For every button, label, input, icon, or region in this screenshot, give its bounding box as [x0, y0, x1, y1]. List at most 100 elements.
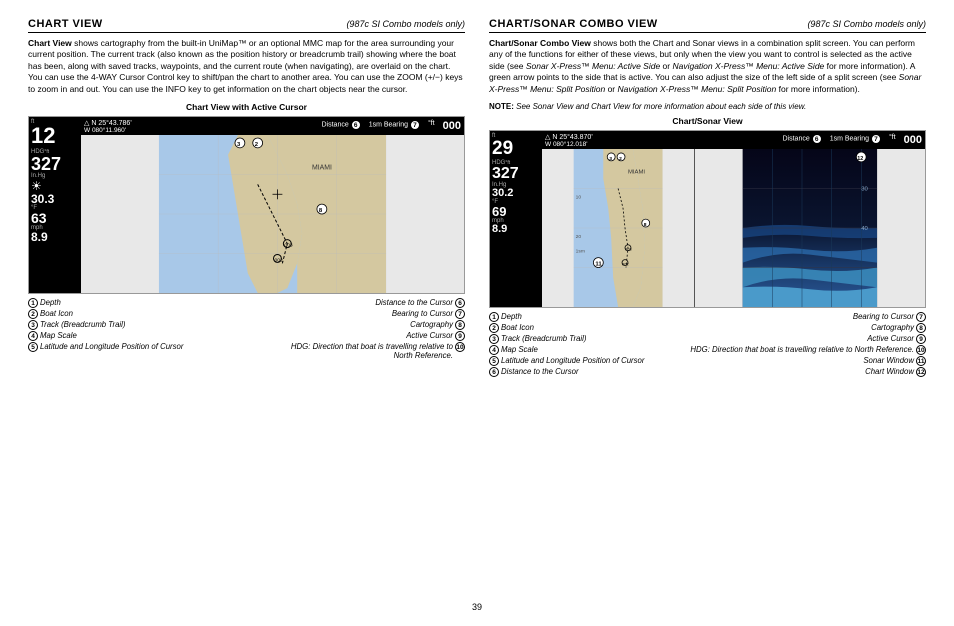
- legend-text-6: Distance to the Cursor: [375, 298, 453, 307]
- combo-legend-num-r7: 7: [916, 312, 926, 322]
- hdg-value: 327: [31, 155, 79, 173]
- distance-label: Distance: [322, 122, 351, 129]
- legend-num-2: 2: [28, 309, 38, 319]
- legend-right: Distance to the Cursor 6 Bearing to Curs…: [291, 298, 465, 360]
- combo-view-section: CHART/SONAR COMBO VIEW (987c SI Combo mo…: [489, 18, 926, 596]
- svg-text:10: 10: [576, 195, 582, 201]
- combo-view-title: CHART/SONAR COMBO VIEW: [489, 18, 658, 30]
- legend-num-10: 10: [455, 342, 465, 352]
- pressure-value: 30.3: [31, 193, 79, 205]
- combo-legend-num-r10: 10: [916, 345, 926, 355]
- page: CHART VIEW (987c SI Combo models only) C…: [0, 0, 954, 626]
- combo-top-right: Distance 6 1sm Bearing 7 °ft 000: [783, 134, 923, 146]
- svg-text:40: 40: [861, 226, 868, 232]
- bearing-label: 1sm Bearing: [369, 122, 410, 129]
- combo-speed-value: 8.9: [492, 224, 540, 235]
- chart-map-area: MIAMI 003 002 3 2 8: [81, 135, 464, 293]
- combo-legend-text-r10: HDG: Direction that boat is travelling r…: [690, 345, 914, 354]
- legend-text-9: Active Cursor: [406, 331, 453, 340]
- combo-legend-text-5: Latitude and Longitude Position of Curso…: [501, 356, 644, 365]
- combo-legend-num-r8: 8: [916, 323, 926, 333]
- combo-bearing-label: 1sm Bearing: [830, 136, 871, 143]
- legend-text-5: Latitude and Longitude Position of Curso…: [40, 342, 183, 351]
- chart-coords: △ N 25°43.786' W 080°11.960': [84, 119, 132, 134]
- combo-chart-label: Chart/Sonar View: [489, 116, 926, 126]
- combo-right-val: 000: [904, 134, 922, 146]
- svg-text:MIAMI: MIAMI: [312, 165, 332, 172]
- bearing-num: 7: [410, 120, 420, 130]
- combo-legend-num-3: 3: [489, 334, 499, 344]
- combo-legend-text-1: Depth: [501, 312, 522, 321]
- combo-view-subtitle: (987c SI Combo models only): [807, 19, 926, 29]
- depth-value: 12: [31, 125, 79, 147]
- chart-view-section: CHART VIEW (987c SI Combo models only) C…: [28, 18, 465, 596]
- combo-legend-text-2: Boat Icon: [501, 323, 534, 332]
- legend-item-4: 4 Map Scale: [28, 331, 183, 341]
- combo-chart-side: MIAMI 003 002 10 20 1sm 3: [542, 149, 695, 307]
- legend-text-3: Track (Breadcrumb Trail): [40, 320, 126, 329]
- legend-left: 1 Depth 2 Boat Icon 3 Track (Breadcrumb …: [28, 298, 183, 360]
- legend-num-5: 5: [28, 342, 38, 352]
- combo-split-area: MIAMI 003 002 10 20 1sm 3: [542, 149, 925, 307]
- chart-view-header: CHART VIEW (987c SI Combo models only): [28, 18, 465, 33]
- legend-text-10: HDG: Direction that boat is travelling r…: [291, 342, 453, 360]
- page-number: 39: [28, 602, 926, 612]
- chart-view-label: Chart View with Active Cursor: [28, 102, 465, 112]
- legend-text-2: Boat Icon: [40, 309, 73, 318]
- combo-legend-item-r11: Sonar Window 11: [690, 356, 926, 366]
- combo-depth-value: 29: [492, 139, 540, 158]
- combo-legend-num-r12: 12: [916, 367, 926, 377]
- legend-num-7: 7: [455, 309, 465, 319]
- chart-view-image: ft 12 HDG°ft 327 In.Hg ☀ 30.3 °F 63 mph …: [28, 116, 465, 294]
- combo-legend-text-r12: Chart Window: [865, 367, 914, 376]
- chart-view-body: Chart View shows cartography from the bu…: [28, 38, 465, 95]
- combo-legend-item-5: 5 Latitude and Longitude Position of Cur…: [489, 356, 644, 366]
- combo-legend-num-1: 1: [489, 312, 499, 322]
- combo-legend-item-r9: Active Cursor 9: [690, 334, 926, 344]
- chart-data-panel: ft 12 HDG°ft 327 In.Hg ☀ 30.3 °F 63 mph …: [29, 117, 81, 293]
- combo-legend-text-3: Track (Breadcrumb Trail): [501, 334, 587, 343]
- legend-container: 1 Depth 2 Boat Icon 3 Track (Breadcrumb …: [28, 298, 465, 360]
- legend-text-7: Bearing to Cursor: [392, 309, 453, 318]
- bearing-section: 1sm Bearing 7: [369, 120, 420, 132]
- combo-legend-text-r8: Cartography: [871, 323, 914, 332]
- combo-hdg-value: 327: [492, 166, 540, 182]
- coords-lon: W 080°11.960': [84, 127, 132, 134]
- combo-legend-item-1: 1 Depth: [489, 312, 644, 322]
- svg-text:MIAMI: MIAMI: [628, 170, 645, 176]
- combo-note: NOTE: See Sonar View and Chart View for …: [489, 102, 926, 111]
- combo-top-bar: △ N 25°43.870' W 080°12.018' Distance 6 …: [542, 131, 925, 149]
- legend-text-4: Map Scale: [40, 331, 77, 340]
- combo-view-header: CHART/SONAR COMBO VIEW (987c SI Combo mo…: [489, 18, 926, 33]
- combo-legend-num-6: 6: [489, 367, 499, 377]
- combo-legend-num-r11: 11: [916, 356, 926, 366]
- combo-legend-text-r11: Sonar Window: [863, 356, 914, 365]
- combo-coords-lon: W 080°12.018': [545, 141, 593, 148]
- combo-view-body: Chart/Sonar Combo View shows both the Ch…: [489, 38, 926, 95]
- svg-text:20: 20: [576, 234, 582, 240]
- combo-legend-num-5: 5: [489, 356, 499, 366]
- chart-top-bar: △ N 25°43.786' W 080°11.960' Distance 6 …: [81, 117, 464, 135]
- combo-bearing-section: 1sm Bearing 7: [830, 134, 881, 146]
- legend-item-9: Active Cursor 9: [291, 331, 465, 341]
- combo-legend-text-4: Map Scale: [501, 345, 538, 354]
- legend-item-10: HDG: Direction that boat is travelling r…: [291, 342, 465, 360]
- combo-legend-item-r12: Chart Window 12: [690, 367, 926, 377]
- combo-sonar-side: 12 30 40: [695, 149, 925, 307]
- speed-value: 8.9: [31, 231, 79, 243]
- legend-item-2: 2 Boat Icon: [28, 309, 183, 319]
- svg-text:30: 30: [861, 187, 868, 193]
- content-columns: CHART VIEW (987c SI Combo models only) C…: [28, 18, 926, 596]
- combo-legend-left: 1 Depth 2 Boat Icon 3 Track (Breadcrumb …: [489, 312, 644, 377]
- svg-text:12: 12: [857, 156, 863, 162]
- svg-text:3: 3: [609, 156, 612, 162]
- legend-text-1: Depth: [40, 298, 61, 307]
- legend-item-7: Bearing to Cursor 7: [291, 309, 465, 319]
- combo-legend-item-3: 3 Track (Breadcrumb Trail): [489, 334, 644, 344]
- combo-legend-item-r7: Bearing to Cursor 7: [690, 312, 926, 322]
- svg-text:002: 002: [274, 258, 282, 264]
- combo-coords: △ N 25°43.870' W 080°12.018': [545, 133, 593, 148]
- combo-distance-section: Distance 6: [783, 134, 822, 146]
- combo-sonar-svg: 12 30 40: [695, 149, 925, 307]
- combo-legend-num-r9: 9: [916, 334, 926, 344]
